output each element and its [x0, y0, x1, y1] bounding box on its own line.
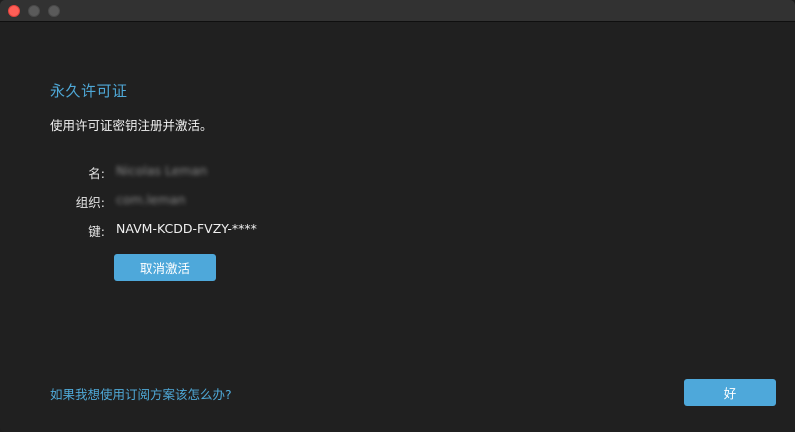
zoom-window-button[interactable]: [48, 5, 60, 17]
minimize-window-button[interactable]: [28, 5, 40, 17]
organization-value: com.leman: [116, 192, 186, 207]
page-subtitle: 使用许可证密钥注册并激活。: [50, 118, 213, 133]
key-label: 键:: [88, 224, 105, 239]
name-value: Nicolas Leman: [116, 163, 208, 178]
close-window-button[interactable]: [8, 5, 20, 17]
ok-button[interactable]: 好: [684, 379, 776, 406]
organization-label: 组织:: [75, 195, 105, 210]
license-key-value: NAVM-KCDD-FVZY-****: [116, 221, 257, 236]
subscription-link[interactable]: 如果我想使用订阅方案该怎么办?: [50, 384, 232, 403]
page-title: 永久许可证: [50, 82, 128, 100]
license-window: 永久许可证 使用许可证密钥注册并激活。 名: Nicolas Leman 组织:…: [0, 0, 795, 432]
deactivate-button[interactable]: 取消激活: [114, 254, 216, 281]
title-bar: [0, 0, 795, 22]
name-label: 名:: [88, 166, 105, 181]
